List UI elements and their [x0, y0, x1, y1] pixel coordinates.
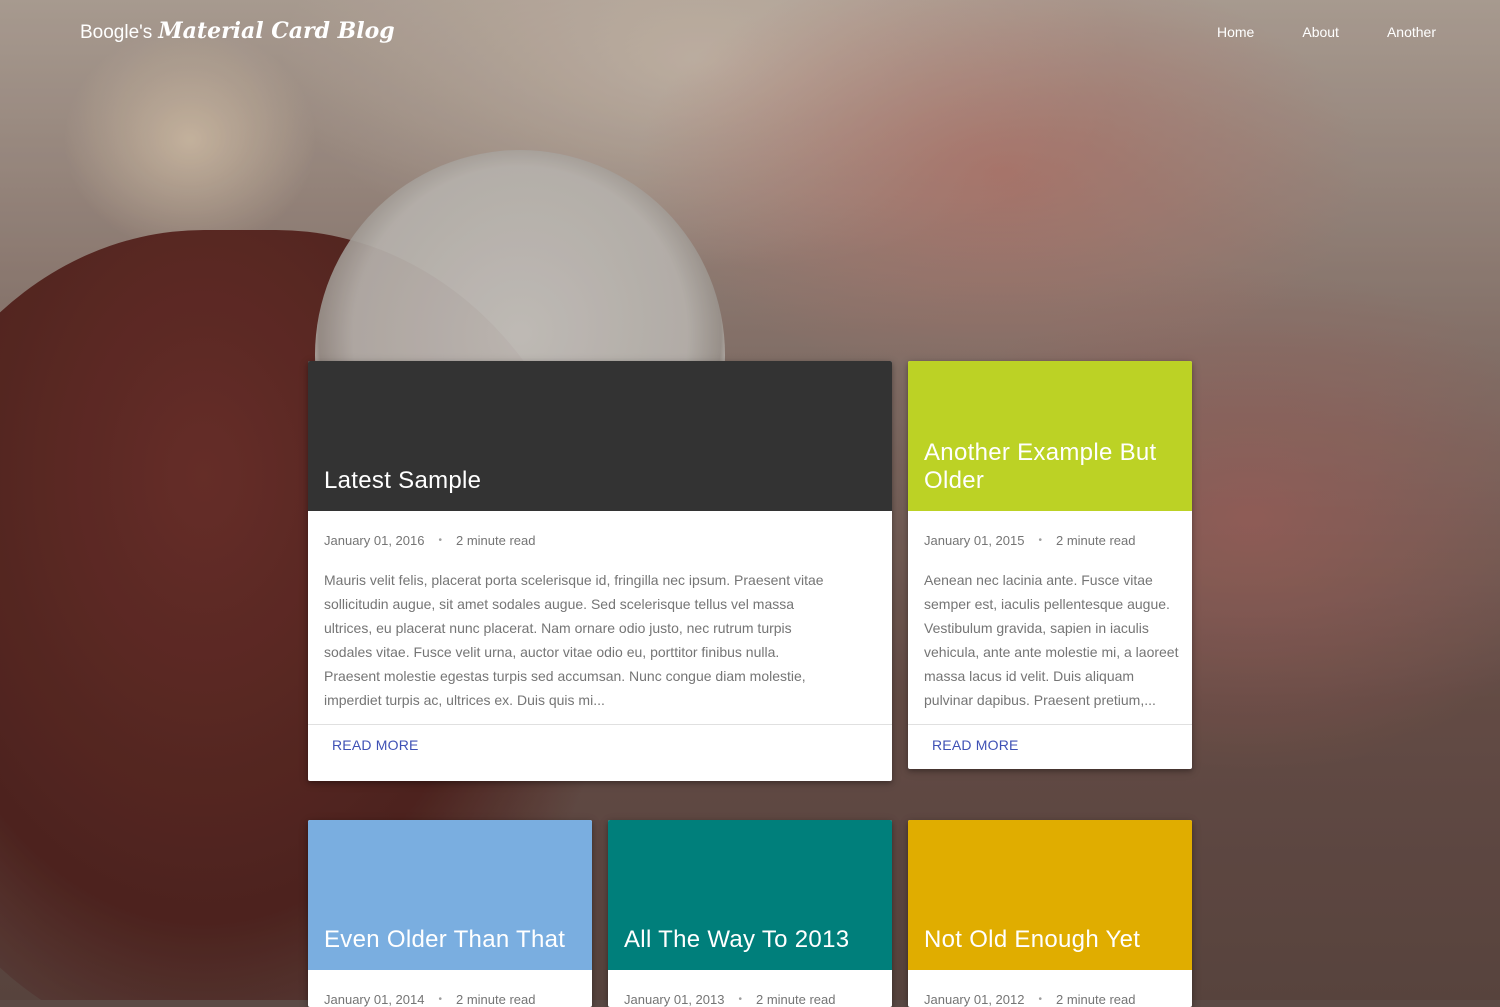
separator-dot-icon: •: [1038, 535, 1042, 546]
main-nav: Home About Another: [1217, 24, 1436, 40]
post-card: Latest Sample January 01, 2016 • 2 minut…: [308, 361, 892, 781]
separator-dot-icon: •: [438, 535, 442, 546]
post-date: January 01, 2015: [924, 533, 1025, 548]
card-meta: January 01, 2012 • 2 minute read: [908, 970, 1192, 1007]
post-excerpt: Aenean nec lacinia ante. Fusce vitae sem…: [924, 572, 1179, 708]
card-header[interactable]: Another Example But Older: [908, 361, 1192, 511]
card-meta: January 01, 2013 • 2 minute read: [608, 970, 892, 1007]
site-brand[interactable]: Boogle's Material Card Blog: [80, 18, 395, 44]
post-card: All The Way To 2013 January 01, 2013 • 2…: [608, 820, 892, 1007]
post-card: Not Old Enough Yet January 01, 2012 • 2 …: [908, 820, 1192, 1007]
read-more-button[interactable]: READ MORE: [332, 737, 419, 753]
post-excerpt: Mauris velit felis, placerat porta scele…: [324, 572, 824, 708]
nav-about-link[interactable]: About: [1302, 24, 1339, 40]
site-header: Boogle's Material Card Blog Home About A…: [0, 0, 1500, 70]
post-date: January 01, 2016: [324, 533, 425, 548]
card-title[interactable]: Not Old Enough Yet: [924, 926, 1176, 954]
card-meta: January 01, 2016 • 2 minute read: [308, 511, 892, 548]
nav-home-link[interactable]: Home: [1217, 24, 1254, 40]
card-header[interactable]: Latest Sample: [308, 361, 892, 511]
card-header[interactable]: Even Older Than That: [308, 820, 592, 970]
card-meta: January 01, 2014 • 2 minute read: [308, 970, 592, 1007]
card-actions: READ MORE: [908, 724, 1192, 769]
card-title[interactable]: Latest Sample: [324, 467, 876, 495]
post-card: Even Older Than That January 01, 2014 • …: [308, 820, 592, 1007]
card-meta: January 01, 2015 • 2 minute read: [908, 511, 1192, 548]
card-header[interactable]: Not Old Enough Yet: [908, 820, 1192, 970]
brand-title: Material Card Blog: [158, 18, 395, 44]
post-card: Another Example But Older January 01, 20…: [908, 361, 1192, 769]
card-header[interactable]: All The Way To 2013: [608, 820, 892, 970]
nav-another-link[interactable]: Another: [1387, 24, 1436, 40]
read-time: 2 minute read: [455, 533, 536, 548]
read-time: 2 minute read: [1055, 533, 1136, 548]
card-actions: READ MORE: [308, 724, 892, 781]
card-title[interactable]: All The Way To 2013: [624, 926, 876, 954]
read-more-button[interactable]: READ MORE: [932, 737, 1019, 753]
brand-prefix: Boogle's: [80, 22, 153, 43]
card-title[interactable]: Even Older Than That: [324, 926, 576, 954]
card-title[interactable]: Another Example But Older: [924, 439, 1176, 495]
